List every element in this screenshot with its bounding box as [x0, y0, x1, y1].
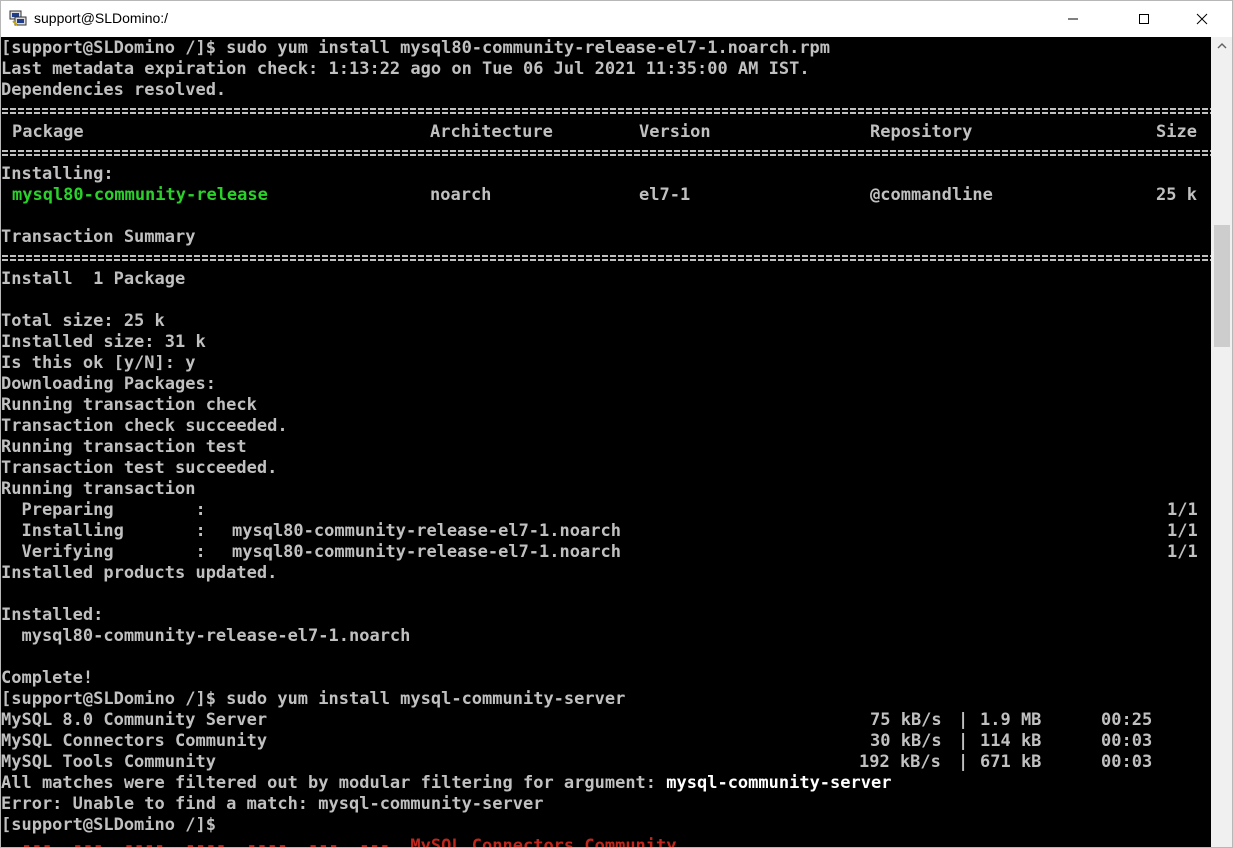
package-size: 25 k — [1156, 185, 1197, 205]
chevron-up-icon — [1217, 43, 1227, 49]
repo-size: 114 kB — [980, 731, 1042, 751]
package-version: el7-1 — [639, 185, 691, 205]
terminal-output[interactable]: [support@SLDomino /]$ sudo yum install m… — [1, 37, 1211, 848]
output-line: Total size: 25 k — [1, 311, 165, 331]
step-row: Installing : mysql80-community-release-e… — [1, 521, 1211, 542]
col-version: Version — [639, 122, 711, 142]
package-repo: @commandline — [870, 185, 993, 205]
title-bar[interactable]: support@SLDomino:/ — [1, 1, 1232, 37]
close-icon — [1196, 13, 1208, 24]
step-label: Installing : — [1, 521, 206, 541]
maximize-icon — [1139, 13, 1149, 24]
window-title: support@SLDomino:/ — [34, 10, 169, 26]
table-header: Package Architecture Version Repository … — [1, 122, 1211, 143]
repo-divider: | — [958, 710, 969, 730]
package-name: mysql80-community-release — [12, 185, 268, 205]
output-line: Transaction test succeeded. — [1, 458, 278, 478]
separator-rule — [2, 108, 1211, 114]
command-line: [support@SLDomino /]$ sudo yum install m… — [1, 689, 626, 709]
col-architecture: Architecture — [430, 122, 553, 142]
col-size: Size — [1156, 122, 1197, 142]
minimize-icon — [1068, 18, 1078, 19]
repo-speed: 30 kB/s — [870, 731, 942, 751]
step-count: 1/1 — [1167, 521, 1198, 541]
output-line: Last metadata expiration check: 1:13:22 … — [1, 59, 810, 79]
output-line: Is this ok [y/N]: y — [1, 353, 196, 373]
output-line: Install 1 Package — [1, 269, 186, 289]
putty-window: support@SLDomino:/ [support@SLDomino /]$… — [0, 0, 1233, 848]
col-repository: Repository — [870, 122, 973, 142]
step-package: mysql80-community-release-el7-1.noarch — [232, 521, 621, 541]
repo-name: MySQL Tools Community — [1, 752, 216, 772]
repo-divider: | — [958, 752, 969, 772]
step-label: Preparing : — [1, 500, 206, 520]
error-line: Error: Unable to find a match: mysql-com… — [1, 794, 544, 814]
output-line: Installed: — [1, 605, 104, 625]
output-line: Downloading Packages: — [1, 374, 216, 394]
repo-time: 00:03 — [1101, 731, 1153, 751]
repo-row: MySQL Connectors Community 30 kB/s | 114… — [1, 731, 1211, 752]
step-package: mysql80-community-release-el7-1.noarch — [232, 542, 621, 562]
repo-name: MySQL Connectors Community — [1, 731, 268, 751]
repo-time: 00:25 — [1101, 710, 1153, 730]
scroll-up-button[interactable] — [1211, 37, 1232, 55]
partial-line: --- --- ---- ---- ---- --- --- MySQL Con… — [1, 836, 677, 848]
summary-title: Transaction Summary — [1, 227, 196, 247]
minimize-button[interactable] — [1050, 1, 1096, 36]
separator-rule — [2, 150, 1211, 156]
close-button[interactable] — [1179, 1, 1225, 36]
repo-name: MySQL 8.0 Community Server — [1, 710, 268, 730]
repo-row: MySQL Tools Community 192 kB/s | 671 kB … — [1, 752, 1211, 773]
maximize-button[interactable] — [1121, 1, 1167, 36]
step-label: Verifying : — [1, 542, 206, 562]
output-line: Installed products updated. — [1, 563, 278, 583]
step-count: 1/1 — [1167, 542, 1198, 562]
output-line: Running transaction test — [1, 437, 247, 457]
filter-argument: mysql-community-server — [666, 773, 892, 793]
output-line: Installed size: 31 k — [1, 332, 206, 352]
output-line: Complete! — [1, 668, 94, 688]
output-line: Dependencies resolved. — [1, 80, 227, 100]
separator-rule — [2, 255, 1211, 261]
step-count: 1/1 — [1167, 500, 1198, 520]
output-line: Running transaction — [1, 479, 196, 499]
output-line: Transaction check succeeded. — [1, 416, 288, 436]
output-line: mysql80-community-release-el7-1.noarch — [1, 626, 411, 646]
col-package: Package — [12, 122, 84, 142]
shell-prompt: [support@SLDomino /]$ — [1, 815, 216, 835]
repo-time: 00:03 — [1101, 752, 1153, 772]
repo-size: 671 kB — [980, 752, 1042, 772]
section-label: Installing: — [1, 164, 114, 184]
repo-speed: 192 kB/s — [859, 752, 941, 772]
filter-text: All matches were filtered out by modular… — [1, 773, 667, 793]
repo-size: 1.9 MB — [980, 710, 1042, 730]
repo-speed: 75 kB/s — [870, 710, 942, 730]
scroll-thumb[interactable] — [1214, 225, 1230, 347]
step-row: Verifying : mysql80-community-release-el… — [1, 542, 1211, 563]
step-row: Preparing : 1/1 — [1, 500, 1211, 521]
filter-message: All matches were filtered out by modular… — [1, 773, 891, 794]
table-row: mysql80-community-release noarch el7-1 @… — [1, 185, 1211, 206]
putty-icon — [9, 10, 27, 26]
repo-divider: | — [958, 731, 969, 751]
repo-row: MySQL 8.0 Community Server 75 kB/s | 1.9… — [1, 710, 1211, 731]
output-line: Running transaction check — [1, 395, 257, 415]
package-arch: noarch — [430, 185, 492, 205]
vertical-scrollbar[interactable] — [1211, 37, 1232, 847]
command-line: [support@SLDomino /]$ sudo yum install m… — [1, 38, 831, 58]
